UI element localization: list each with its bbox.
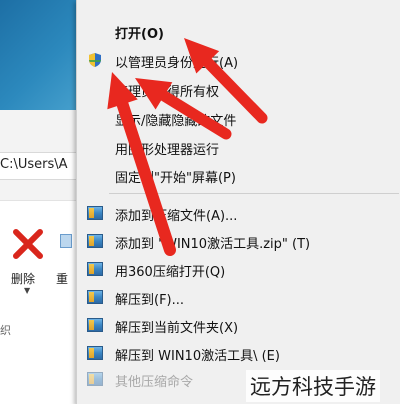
archive-icon — [87, 290, 103, 304]
menu-item-label: 解压到 WIN10激活工具\ (E) — [115, 349, 280, 364]
rename-button-label[interactable]: 重 — [56, 270, 68, 287]
menu-item-label: 打开(O) — [115, 27, 164, 42]
archive-icon — [87, 206, 103, 220]
menu-item-toggle-hidden-files[interactable]: 显示/隐藏隐藏的文件 — [77, 105, 400, 131]
menu-item-label: 其他压缩命令 — [115, 375, 194, 390]
watermark: 远方科技手游 — [246, 370, 380, 402]
menu-item-label: 以管理员身份运行(A) — [115, 56, 239, 71]
menu-separator — [109, 193, 399, 194]
archive-icon — [87, 262, 103, 276]
address-path: C:\Users\A — [0, 157, 68, 172]
menu-item-run-as-admin[interactable]: 以管理员身份运行(A) — [77, 47, 400, 73]
chevron-down-icon[interactable]: ▼ — [24, 286, 30, 295]
context-menu: 打开(O) 以管理员身份运行(A) 管理员取得所有权 显示/隐藏隐藏的文件 用图… — [76, 0, 400, 404]
menu-item-label: 添加到 "WIN10激活工具.zip" (T) — [115, 237, 311, 252]
menu-item-label: 固定到"开始"屏幕(P) — [115, 171, 236, 186]
rename-icon[interactable] — [60, 234, 72, 248]
menu-item-label: 添加到压缩文件(A)... — [115, 209, 238, 224]
menu-item-open-with-360[interactable]: 用360压缩打开(Q) — [77, 256, 400, 282]
archive-icon — [87, 234, 103, 248]
menu-item-label: 解压到当前文件夹(X) — [115, 321, 239, 336]
menu-item-label: 管理员取得所有权 — [115, 85, 220, 100]
menu-item-run-with-gpu[interactable]: 用图形处理器运行 — [77, 134, 400, 160]
delete-button-label[interactable]: 删除 — [11, 270, 35, 287]
archive-icon — [87, 372, 103, 386]
menu-item-extract-to-folder[interactable]: 解压到 WIN10激活工具\ (E) — [77, 340, 400, 366]
menu-item-extract-to[interactable]: 解压到(F)... — [77, 284, 400, 310]
menu-item-add-to-zip[interactable]: 添加到 "WIN10激活工具.zip" (T) — [77, 228, 400, 254]
menu-item-label: 用图形处理器运行 — [115, 143, 220, 158]
menu-item-extract-here[interactable]: 解压到当前文件夹(X) — [77, 312, 400, 338]
menu-item-add-to-archive[interactable]: 添加到压缩文件(A)... — [77, 200, 400, 226]
menu-item-take-ownership[interactable]: 管理员取得所有权 — [77, 76, 400, 102]
archive-icon — [87, 346, 103, 360]
menu-item-open[interactable]: 打开(O) — [77, 18, 400, 44]
menu-item-label: 显示/隐藏隐藏的文件 — [115, 114, 237, 129]
menu-item-label: 用360压缩打开(Q) — [115, 265, 226, 280]
menu-item-pin-to-start[interactable]: 固定到"开始"屏幕(P) — [77, 162, 400, 188]
ribbon-group-label: 织 — [0, 324, 11, 337]
delete-icon[interactable] — [12, 228, 44, 260]
menu-item-label: 解压到(F)... — [115, 293, 185, 308]
uac-shield-icon — [89, 53, 101, 67]
archive-icon — [87, 318, 103, 332]
